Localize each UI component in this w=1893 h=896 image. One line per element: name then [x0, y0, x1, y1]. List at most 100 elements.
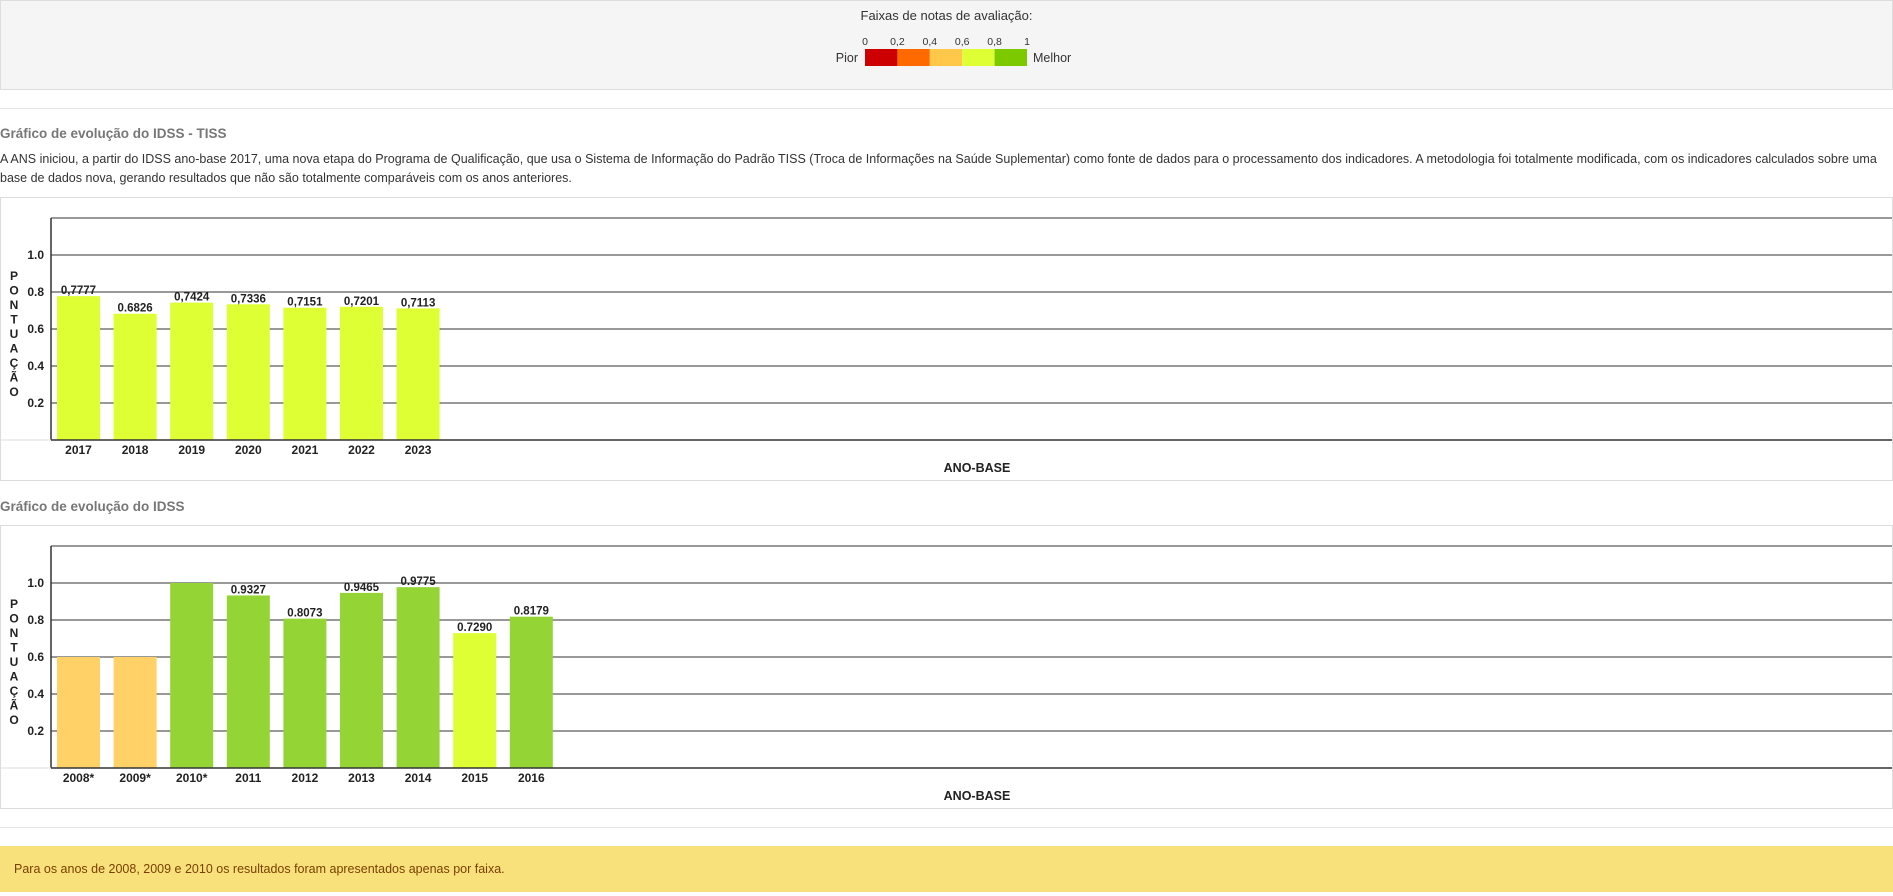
y-tick-label: 0.8 — [27, 285, 44, 299]
y-axis-label-letter: T — [10, 641, 18, 655]
bar-2012 — [283, 618, 327, 768]
data-label: 0,7336 — [231, 293, 266, 305]
bar-2008* — [57, 657, 100, 768]
legend-tick-label: 0,4 — [922, 36, 937, 48]
x-tick-label: 2021 — [292, 443, 319, 457]
y-axis-label-letter: N — [10, 298, 19, 312]
divider — [0, 827, 1893, 828]
y-tick-label: 0.2 — [27, 396, 44, 410]
y-axis-label-letter: P — [10, 597, 18, 611]
bar-2022 — [340, 306, 383, 440]
y-axis-label-letter: U — [10, 655, 19, 669]
y-tick-label: 0.8 — [27, 613, 44, 627]
y-tick-label: 0.6 — [27, 322, 44, 336]
x-axis-title: ANO-BASE — [944, 789, 1011, 803]
idss-tiss-chart: 0,7777 2017 0.6826 2018 0,7424 2019 0,7336 2020… — [0, 197, 1893, 481]
x-tick-label: 2011 — [235, 771, 261, 785]
x-tick-label: 2008* — [63, 771, 95, 785]
legend-band-swatch — [865, 49, 898, 66]
x-tick-label: 2017 — [65, 443, 92, 457]
legend-band-swatch — [929, 49, 963, 66]
y-tick-label: 1.0 — [27, 248, 44, 262]
x-tick-label: 2019 — [178, 443, 205, 457]
y-axis-label-letter: Ã — [10, 698, 19, 713]
data-label: 0,7151 — [287, 297, 323, 309]
y-axis-label-letter: O — [9, 713, 18, 727]
x-tick-label: 2018 — [122, 443, 149, 457]
bar-2010* — [170, 583, 214, 768]
rating-bands-legend: Faixas de notas de avaliação: 0 0,2 0,4 0,6… — [0, 0, 1893, 90]
legend-worst-label: Pior — [836, 51, 858, 65]
data-label: 0,7113 — [401, 297, 436, 309]
x-tick-label: 2020 — [235, 443, 262, 457]
legend-tick-label: 1 — [1024, 36, 1030, 48]
bar-2014 — [396, 587, 440, 768]
data-label: 0.9775 — [401, 576, 437, 588]
y-tick-label: 0.2 — [27, 724, 44, 738]
y-tick-label: 0.6 — [27, 650, 44, 664]
bar-2013 — [340, 592, 383, 768]
y-axis-label-letter: O — [9, 284, 18, 298]
idss-chart-title: Gráfico de evolução do IDSS — [0, 499, 185, 514]
bar-2018 — [113, 313, 157, 440]
idss-chart-svg: 2008* 2009* 2010* 0.9327 2011 0.8073 2012 0.946… — [1, 545, 1892, 803]
y-axis-label-letter: N — [10, 626, 19, 640]
data-label: 0,7424 — [174, 292, 210, 304]
note-banner: Para os anos de 2008, 2009 e 2010 os res… — [0, 846, 1893, 892]
legend-scale: 0 0,2 0,4 0,6 0,8 1 Pior Melhor — [836, 36, 1071, 66]
legend-tick-label: 0,8 — [987, 36, 1002, 48]
data-label: 0.9327 — [231, 584, 266, 596]
data-label: 0.8073 — [287, 608, 322, 620]
idss-tiss-chart-svg: 0,7777 2017 0.6826 2018 0,7424 2019 0,7336 2020… — [1, 217, 1892, 475]
y-axis-label-letter: O — [9, 385, 18, 399]
y-axis-label-letter: T — [10, 313, 18, 327]
legend-band-swatch — [962, 49, 995, 66]
data-label: 0.7290 — [457, 622, 492, 634]
x-axis-title: ANO-BASE — [944, 461, 1011, 475]
data-label: 0.6826 — [118, 303, 153, 315]
legend-band-swatch — [897, 49, 930, 66]
x-tick-label: 2016 — [518, 771, 545, 785]
x-tick-label: 2013 — [348, 771, 375, 785]
x-tick-label: 2023 — [405, 443, 432, 457]
idss-chart: 2008* 2009* 2010* 0.9327 2011 0.8073 2012 0.946… — [0, 525, 1893, 809]
y-axis-label-letter: A — [10, 670, 19, 684]
y-axis-label-letter: Ç — [10, 684, 19, 698]
data-label: 0,7201 — [344, 296, 380, 308]
bar-2023 — [396, 308, 440, 440]
divider — [0, 108, 1893, 109]
y-tick-label: 0.4 — [27, 687, 44, 701]
y-axis-label-letter: Ç — [10, 356, 19, 370]
tiss-chart-description: A ANS iniciou, a partir do IDSS ano-base… — [0, 152, 1877, 185]
bar-2016 — [509, 616, 553, 768]
y-axis-label-letter: A — [10, 342, 19, 356]
tiss-chart-title: Gráfico de evolução do IDSS - TISS — [0, 126, 227, 141]
x-tick-label: 2015 — [461, 771, 488, 785]
bar-2021 — [283, 307, 327, 440]
bar-2020 — [226, 304, 270, 440]
legend-tick-label: 0 — [862, 36, 868, 48]
legend-best-label: Melhor — [1033, 51, 1071, 65]
y-tick-label: 0.4 — [27, 359, 44, 373]
y-axis-label-letter: U — [10, 327, 19, 341]
bar-2017 — [57, 296, 100, 440]
x-tick-label: 2012 — [292, 771, 319, 785]
legend-tick-label: 0,2 — [890, 36, 905, 48]
x-tick-label: 2009* — [119, 771, 151, 785]
bar-2019 — [170, 302, 214, 440]
bar-2015 — [453, 633, 497, 768]
bar-2011 — [226, 595, 270, 768]
y-axis-label-letter: Ã — [10, 370, 19, 385]
x-tick-label: 2022 — [348, 443, 375, 457]
x-tick-label: 2014 — [405, 771, 432, 785]
legend-tick-label: 0,6 — [955, 36, 970, 48]
data-label: 0.9465 — [344, 582, 380, 594]
data-label: 0.8179 — [514, 606, 549, 618]
y-axis-label-letter: P — [10, 269, 18, 283]
bar-2009* — [113, 657, 157, 768]
legend-band-swatch — [994, 49, 1027, 66]
y-axis-label-letter: O — [9, 612, 18, 626]
x-tick-label: 2010* — [176, 771, 208, 785]
y-tick-label: 1.0 — [27, 576, 44, 590]
data-label: 0,7777 — [61, 285, 96, 297]
